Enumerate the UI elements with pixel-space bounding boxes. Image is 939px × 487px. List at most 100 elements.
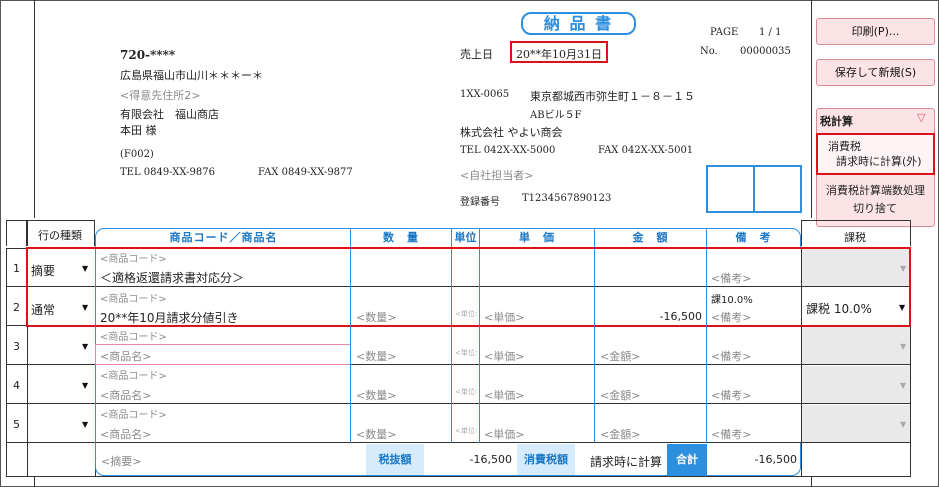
own-address2: ABビル５F (530, 110, 582, 121)
memo-field[interactable]: <摘要> (101, 453, 141, 469)
col-sep (479, 326, 480, 365)
header-amount: 金 額 (632, 231, 669, 244)
total-label: 合計 (667, 444, 707, 475)
product-code-field[interactable]: <商品コード> (100, 367, 167, 382)
dropdown-arrow-icon[interactable]: ▼ (900, 342, 906, 351)
header-tax: 課税 (844, 231, 866, 244)
customer-company[interactable]: 有限会社 福山商店 (120, 106, 219, 122)
product-code-field[interactable]: <商品コード> (100, 328, 167, 343)
header-price: 単 価 (519, 231, 555, 244)
row-sep (27, 443, 28, 477)
tax-mode-highlight (816, 133, 935, 175)
header-note: 備 考 (735, 231, 772, 244)
col-sep (594, 326, 595, 365)
row-type-header-label: 行の種類 (38, 229, 82, 242)
product-name-field[interactable]: <商品名> (100, 426, 151, 442)
doc-no-label: No. (700, 46, 718, 57)
unit-field[interactable]: <単位> (455, 387, 477, 397)
hdr-sep (706, 229, 707, 248)
collapse-triangle-icon[interactable]: ▽ (917, 111, 925, 124)
right-margin-line (811, 0, 812, 218)
tax-select-disabled[interactable] (802, 405, 910, 442)
qty-field[interactable]: <数量> (356, 426, 396, 442)
hdr-sep (451, 229, 452, 248)
hdr-sep (350, 229, 351, 248)
customer-person[interactable]: 本田 様 (120, 122, 157, 138)
col-sep (706, 326, 707, 365)
own-staff-field[interactable]: <自社担当者> (460, 167, 533, 183)
price-field[interactable]: <単価> (484, 348, 524, 364)
header-unit: 単位 (454, 231, 477, 244)
print-button[interactable]: 印刷(P)... (816, 18, 935, 45)
pretax-label: 税抜額 (366, 444, 424, 475)
product-name-field[interactable]: <商品名> (100, 387, 151, 403)
product-code-field[interactable]: <商品コード> (100, 406, 167, 421)
pretax-value: -16,500 (469, 453, 512, 466)
tax-select-disabled[interactable] (802, 327, 910, 364)
rounding-line2[interactable]: 切り捨て (853, 200, 897, 216)
save-new-button[interactable]: 保存して新規(S) (816, 59, 935, 86)
stamp-box-divider (753, 165, 755, 213)
row-number: 4 (13, 379, 20, 392)
header-qty: 数 量 (383, 231, 419, 244)
tax-select-disabled[interactable] (802, 366, 910, 403)
price-field[interactable]: <単価> (484, 426, 524, 442)
bottom-left-line (34, 477, 35, 487)
qty-field[interactable]: <数量> (356, 348, 396, 364)
bottom-right-line (811, 477, 812, 487)
amount-field[interactable]: <金額> (600, 426, 640, 442)
note-field[interactable]: <備考> (711, 348, 751, 364)
amount-field[interactable]: <金額> (600, 348, 640, 364)
customer-code: (F002) (120, 149, 154, 160)
customer-address[interactable]: 広島県福山市山川＊＊＊ー＊ (120, 67, 263, 83)
unit-field[interactable]: <単位> (455, 348, 477, 358)
col-sep (801, 443, 802, 477)
dropdown-arrow-icon[interactable]: ▼ (900, 420, 906, 429)
product-name-field[interactable]: <商品名> (100, 348, 151, 364)
customer-address2-field[interactable]: <得意先住所2> (120, 87, 200, 103)
sales-date-label: 売上日 (460, 48, 493, 61)
registration-label: 登録番号 (460, 197, 500, 208)
hdr-sep (594, 229, 595, 248)
col-sep (350, 404, 351, 443)
sales-date-highlight (510, 41, 608, 63)
page-value: 1 / 1 (759, 27, 782, 38)
page-label: PAGE (710, 27, 739, 38)
own-company: 株式会社 やよい商会 (460, 126, 563, 139)
col-sep (350, 326, 351, 365)
rounding-line1[interactable]: 消費税計算端数処理 (826, 182, 925, 198)
price-field[interactable]: <単価> (484, 387, 524, 403)
own-fax: FAX 042X-XX-5001 (598, 145, 694, 156)
row-number: 3 (13, 340, 20, 353)
row-sep (27, 404, 28, 443)
dropdown-arrow-icon[interactable]: ▼ (82, 381, 88, 390)
col-sep (594, 404, 595, 443)
customer-postal[interactable]: 720-**** (120, 48, 175, 62)
tax-amount-label: 消費税額 (517, 444, 575, 475)
dropdown-arrow-icon[interactable]: ▼ (82, 342, 88, 351)
unit-field[interactable]: <単位> (455, 426, 477, 436)
table-left-strip (6, 220, 27, 246)
doc-no-value[interactable]: 00000035 (740, 46, 791, 57)
own-postal: 1XX-0065 (460, 89, 510, 100)
col-sep (706, 404, 707, 443)
col-sep (706, 365, 707, 404)
total-value: -16,500 (754, 453, 797, 466)
tax-amount-value: 請求時に計算 (590, 455, 663, 469)
amount-field[interactable]: <金額> (600, 387, 640, 403)
dropdown-arrow-icon[interactable]: ▼ (900, 381, 906, 390)
customer-tel: TEL 0849-XX-9876 (120, 167, 215, 178)
tax-calc-label: 税計算 (820, 115, 853, 128)
row-sep (27, 365, 28, 404)
row-sep (95, 365, 96, 404)
col-sep (479, 365, 480, 404)
note-field[interactable]: <備考> (711, 387, 751, 403)
own-address1: 東京都城西市弥生町１－８－１５ (530, 90, 695, 103)
dropdown-arrow-icon[interactable]: ▼ (82, 420, 88, 429)
header-product: 商品コード／商品名 (169, 231, 278, 244)
qty-field[interactable]: <数量> (356, 387, 396, 403)
note-field[interactable]: <備考> (711, 426, 751, 442)
own-tel: TEL 042X-XX-5000 (460, 145, 556, 156)
hdr-sep (479, 229, 480, 248)
col-sep (350, 365, 351, 404)
